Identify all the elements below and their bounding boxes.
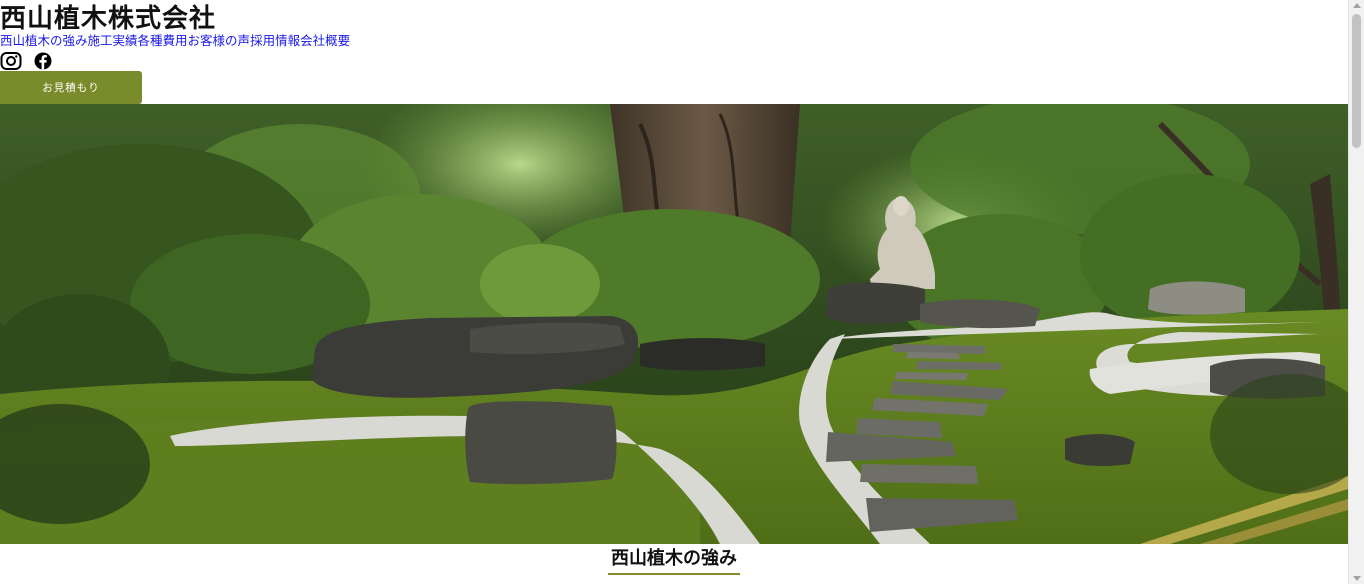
hero-image [0, 104, 1348, 544]
facebook-icon[interactable] [32, 52, 54, 70]
nav-link-company[interactable]: 会社概要 [300, 33, 350, 48]
strengths-section: 西山植木の強み [0, 544, 1348, 584]
nav-link-testimonials[interactable]: お客様の声 [188, 33, 251, 48]
social-links [0, 52, 54, 70]
vertical-scrollbar[interactable] [1348, 0, 1364, 584]
instagram-icon[interactable] [0, 52, 22, 70]
section-heading: 西山植木の強み [608, 547, 740, 575]
nav-link-strengths[interactable]: 西山植木の強み [0, 33, 88, 48]
hero-garden-illustration [0, 104, 1348, 544]
page: 西山植木株式会社 西山植木の強み施工実績各種費用お客様の声採用情報会社概要 お見… [0, 0, 1364, 584]
scroll-down-arrow-icon[interactable] [1353, 576, 1361, 581]
scroll-up-arrow-icon[interactable] [1353, 3, 1361, 8]
site-header: 西山植木株式会社 西山植木の強み施工実績各種費用お客様の声採用情報会社概要 お見… [0, 0, 1348, 104]
nav-link-costs[interactable]: 各種費用 [138, 33, 188, 48]
site-title[interactable]: 西山植木株式会社 [0, 4, 216, 34]
global-nav: 西山植木の強み施工実績各種費用お客様の声採用情報会社概要 [0, 33, 350, 49]
scrollbar-thumb[interactable] [1352, 14, 1361, 148]
nav-link-works[interactable]: 施工実績 [88, 33, 138, 48]
nav-link-recruit[interactable]: 採用情報 [250, 33, 300, 48]
estimate-button[interactable]: お見積もり [0, 71, 142, 104]
